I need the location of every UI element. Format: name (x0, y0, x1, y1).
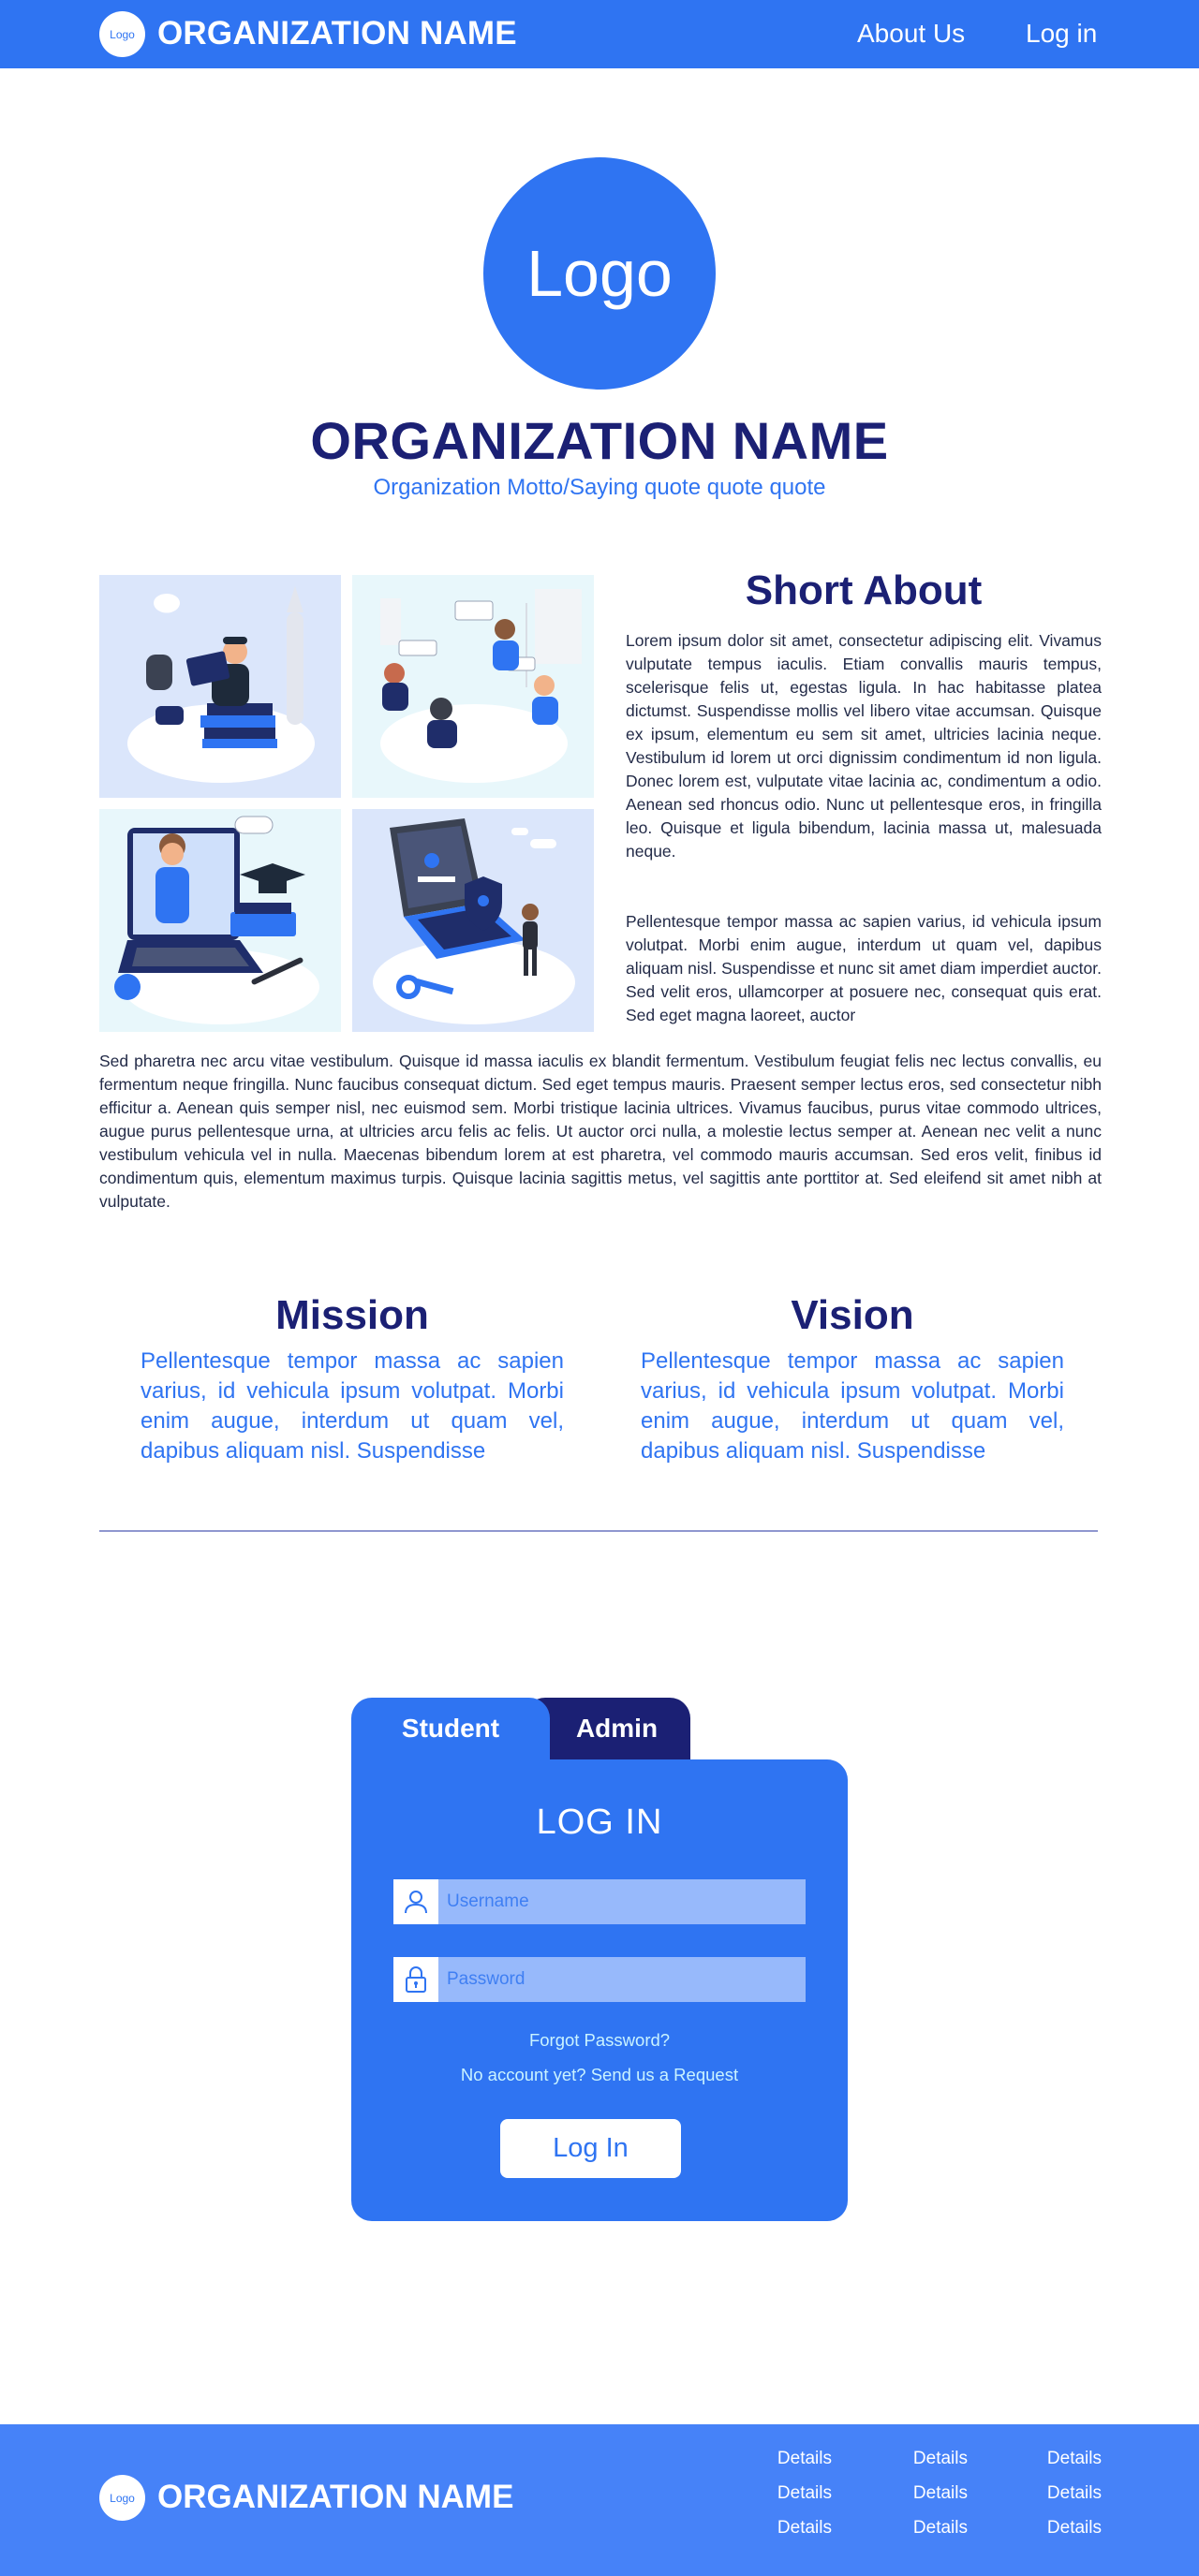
footer-details-link[interactable]: Details (757, 2518, 832, 2539)
top-nav-bar: Logo ORGANIZATION NAME About Us Log in (0, 0, 1199, 68)
mission-heading: Mission (275, 1292, 429, 1338)
password-field (393, 1957, 806, 2002)
log-in-button[interactable]: Log In (500, 2119, 681, 2178)
vision-heading: Vision (791, 1292, 914, 1338)
illustration-reading-student (99, 575, 341, 798)
footer-details-link[interactable]: Details (1027, 2483, 1102, 2504)
short-about-heading: Short About (745, 567, 983, 613)
about-paragraph-2: Pellentesque tempor massa ac sapien vari… (626, 912, 1102, 1024)
forgot-password-link[interactable]: Forgot Password? (351, 2030, 848, 2051)
user-icon (393, 1879, 438, 1924)
footer-details-link[interactable]: Details (893, 2483, 968, 2504)
illustration-group-discussion (352, 575, 594, 798)
tab-admin-label: Admin (575, 1714, 659, 1743)
username-input[interactable] (438, 1879, 806, 1924)
hero-motto: Organization Motto/Saying quote quote qu… (373, 475, 826, 500)
footer-details-link[interactable]: Details (757, 2483, 832, 2504)
section-divider (99, 1530, 1098, 1532)
header-logo[interactable]: Logo (99, 11, 145, 57)
login-form: LOG IN Forgot Password? No account yet? … (351, 1759, 848, 2221)
nav-about-us-link[interactable]: About Us (857, 19, 965, 49)
header-org-name[interactable]: ORGANIZATION NAME (157, 15, 517, 52)
nav-log-in-link[interactable]: Log in (1026, 19, 1097, 49)
mission-text: Pellentesque tempor massa ac sapien vari… (141, 1348, 564, 1464)
about-paragraph-3: Sed pharetra nec arcu vitae vestibulum. … (99, 1052, 1102, 1211)
footer-details-link[interactable]: Details (757, 2449, 832, 2469)
username-field (393, 1879, 806, 1924)
vision-text: Pellentesque tempor massa ac sapien vari… (641, 1348, 1064, 1464)
footer-org-name: ORGANIZATION NAME (157, 2479, 514, 2515)
illustration-secure-login (352, 809, 594, 1032)
footer-details-link[interactable]: Details (1027, 2449, 1102, 2469)
password-input[interactable] (438, 1957, 806, 2002)
footer-details-link[interactable]: Details (1027, 2518, 1102, 2539)
hero-org-name: ORGANIZATION NAME (310, 411, 889, 470)
footer-details-link[interactable]: Details (893, 2449, 968, 2469)
footer-logo: Logo (99, 2475, 145, 2521)
footer: Logo ORGANIZATION NAME Details Details D… (0, 2424, 1199, 2576)
send-request-link[interactable]: No account yet? Send us a Request (351, 2065, 848, 2085)
footer-details-link[interactable]: Details (893, 2518, 968, 2539)
login-title: LOG IN (536, 1803, 663, 1842)
about-paragraph-1: Lorem ipsum dolor sit amet, consectetur … (626, 631, 1102, 861)
hero-logo: Logo (483, 157, 716, 390)
lock-icon (393, 1957, 438, 2002)
illustration-online-teacher (99, 809, 341, 1032)
